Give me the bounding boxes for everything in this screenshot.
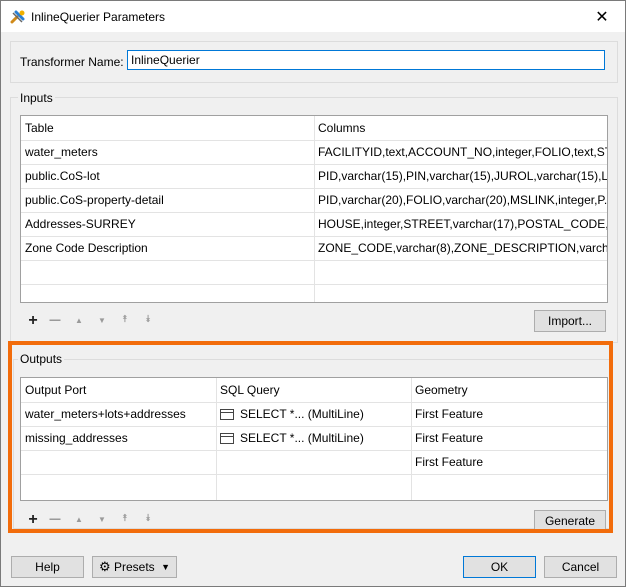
- move-top-button[interactable]: ⯭: [118, 513, 132, 524]
- table-name-cell[interactable]: water_meters: [21, 140, 314, 164]
- column-header-columns[interactable]: Columns: [314, 116, 607, 140]
- caret-down-icon: ▼: [161, 562, 170, 572]
- fme-transformer-icon: [10, 10, 25, 24]
- table-row[interactable]: missing_addresses SELECT *... (MultiLine…: [21, 426, 607, 451]
- inputs-table: Table Columns water_meters FACILITYID,te…: [20, 115, 608, 303]
- editor-icon: [220, 433, 234, 445]
- ok-button[interactable]: OK: [463, 556, 536, 578]
- table-row[interactable]: [21, 260, 607, 285]
- outputs-table: Output Port SQL Query Geometry water_met…: [20, 377, 608, 501]
- outputs-group-label: Outputs: [18, 352, 65, 366]
- transformer-name-input[interactable]: InlineQuerier: [127, 50, 605, 70]
- table-header-row: Table Columns: [21, 116, 607, 141]
- add-output-button[interactable]: +: [26, 511, 40, 529]
- columns-cell[interactable]: [314, 260, 607, 284]
- editor-icon: [220, 409, 234, 421]
- table-row[interactable]: water_meters+lots+addresses SELECT *... …: [21, 402, 607, 427]
- columns-cell[interactable]: HOUSE,integer,STREET,varchar(17),POSTAL_…: [314, 212, 607, 236]
- close-icon: ✕: [595, 8, 609, 26]
- table-row[interactable]: Addresses-SURREY HOUSE,integer,STREET,va…: [21, 212, 607, 237]
- add-row-button[interactable]: +: [26, 312, 40, 330]
- table-name-cell[interactable]: Addresses-SURREY: [21, 212, 314, 236]
- sql-query-cell[interactable]: [216, 450, 411, 474]
- generate-button[interactable]: Generate: [534, 510, 606, 532]
- geometry-cell[interactable]: First Feature: [411, 402, 607, 426]
- columns-cell[interactable]: ZONE_CODE,varchar(8),ZONE_DESCRIPTION,va…: [314, 236, 607, 260]
- columns-cell[interactable]: FACILITYID,text,ACCOUNT_NO,integer,FOLIO…: [314, 140, 607, 164]
- move-down-button[interactable]: ▼: [95, 316, 109, 325]
- table-row[interactable]: First Feature: [21, 450, 607, 475]
- import-button[interactable]: Import...: [534, 310, 606, 332]
- close-button[interactable]: ✕: [579, 1, 625, 32]
- sql-query-cell[interactable]: SELECT *... (MultiLine): [216, 426, 411, 450]
- table-name-cell[interactable]: [21, 260, 314, 284]
- help-button[interactable]: Help: [11, 556, 84, 578]
- geometry-cell[interactable]: First Feature: [411, 450, 607, 474]
- geometry-cell[interactable]: First Feature: [411, 426, 607, 450]
- table-row[interactable]: Zone Code Description ZONE_CODE,varchar(…: [21, 236, 607, 261]
- column-header-geometry[interactable]: Geometry: [411, 378, 607, 402]
- table-row[interactable]: water_meters FACILITYID,text,ACCOUNT_NO,…: [21, 140, 607, 165]
- gear-icon: ⚙: [99, 559, 111, 574]
- output-port-cell[interactable]: water_meters+lots+addresses: [21, 402, 216, 426]
- transformer-name-label: Transformer Name:: [20, 55, 124, 69]
- presets-label: Presets: [114, 560, 155, 574]
- title-bar: InlineQuerier Parameters ✕: [1, 1, 625, 32]
- inputs-group-label: Inputs: [18, 91, 55, 105]
- cancel-button[interactable]: Cancel: [544, 556, 617, 578]
- presets-button[interactable]: ⚙ Presets ▼: [92, 556, 177, 578]
- dialog-window: InlineQuerier Parameters ✕ Transformer N…: [0, 0, 626, 587]
- move-up-button[interactable]: ▲: [72, 316, 86, 325]
- table-name-cell[interactable]: Zone Code Description: [21, 236, 314, 260]
- table-row[interactable]: public.CoS-property-detail PID,varchar(2…: [21, 188, 607, 213]
- output-port-cell[interactable]: [21, 450, 216, 474]
- move-bottom-button[interactable]: ⯯: [141, 513, 155, 524]
- sql-query-text: SELECT *... (MultiLine): [240, 431, 364, 445]
- remove-output-button[interactable]: —: [48, 513, 62, 525]
- table-row[interactable]: public.CoS-lot PID,varchar(15),PIN,varch…: [21, 164, 607, 189]
- column-header-output-port[interactable]: Output Port: [21, 378, 216, 402]
- sql-query-cell[interactable]: SELECT *... (MultiLine): [216, 402, 411, 426]
- move-bottom-button[interactable]: ⯯: [141, 314, 155, 325]
- column-header-sql-query[interactable]: SQL Query: [216, 378, 411, 402]
- sql-query-text: SELECT *... (MultiLine): [240, 407, 364, 421]
- move-top-button[interactable]: ⯭: [118, 314, 132, 325]
- columns-cell[interactable]: PID,varchar(20),FOLIO,varchar(20),MSLINK…: [314, 188, 607, 212]
- table-name-cell[interactable]: public.CoS-lot: [21, 164, 314, 188]
- table-name-cell[interactable]: public.CoS-property-detail: [21, 188, 314, 212]
- remove-row-button[interactable]: —: [48, 314, 62, 326]
- columns-cell[interactable]: PID,varchar(15),PIN,varchar(15),JUROL,va…: [314, 164, 607, 188]
- window-title: InlineQuerier Parameters: [31, 10, 166, 24]
- move-up-button[interactable]: ▲: [72, 515, 86, 524]
- table-header-row: Output Port SQL Query Geometry: [21, 378, 607, 403]
- move-down-button[interactable]: ▼: [95, 515, 109, 524]
- output-port-cell[interactable]: missing_addresses: [21, 426, 216, 450]
- column-header-table[interactable]: Table: [21, 116, 314, 140]
